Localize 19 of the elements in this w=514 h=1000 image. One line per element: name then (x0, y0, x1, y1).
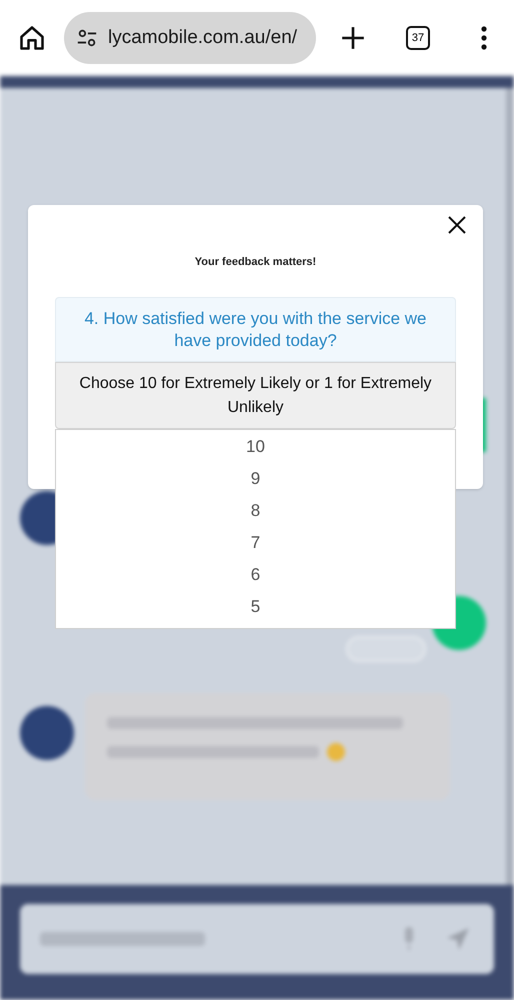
home-icon[interactable] (18, 24, 46, 52)
site-settings-icon[interactable] (76, 27, 98, 49)
option-item[interactable]: 6 (250, 562, 260, 588)
rating-select[interactable]: Choose 10 for Extremely Likely or 1 for Extremely Unlikely (55, 362, 456, 429)
url-text: lycamobile.com.au/en/ (108, 26, 298, 50)
option-item[interactable]: 7 (250, 530, 260, 556)
option-item[interactable]: 5 (250, 594, 260, 620)
close-icon[interactable] (448, 216, 466, 234)
option-item[interactable]: 10 (246, 434, 265, 460)
option-item[interactable]: 8 (250, 498, 260, 524)
tab-count-button[interactable]: 37 (406, 26, 430, 50)
question-text: 4. How satisfied were you with the service we have provided today? (55, 297, 456, 362)
dialog-title: Your feedback matters! (194, 255, 318, 270)
option-item[interactable]: 9 (250, 466, 260, 492)
more-options-icon[interactable] (480, 26, 488, 50)
emoji-icon (327, 743, 345, 761)
new-tab-icon[interactable] (340, 25, 366, 51)
avatar-icon (20, 706, 74, 760)
address-bar[interactable]: lycamobile.com.au/en/ (64, 12, 316, 64)
